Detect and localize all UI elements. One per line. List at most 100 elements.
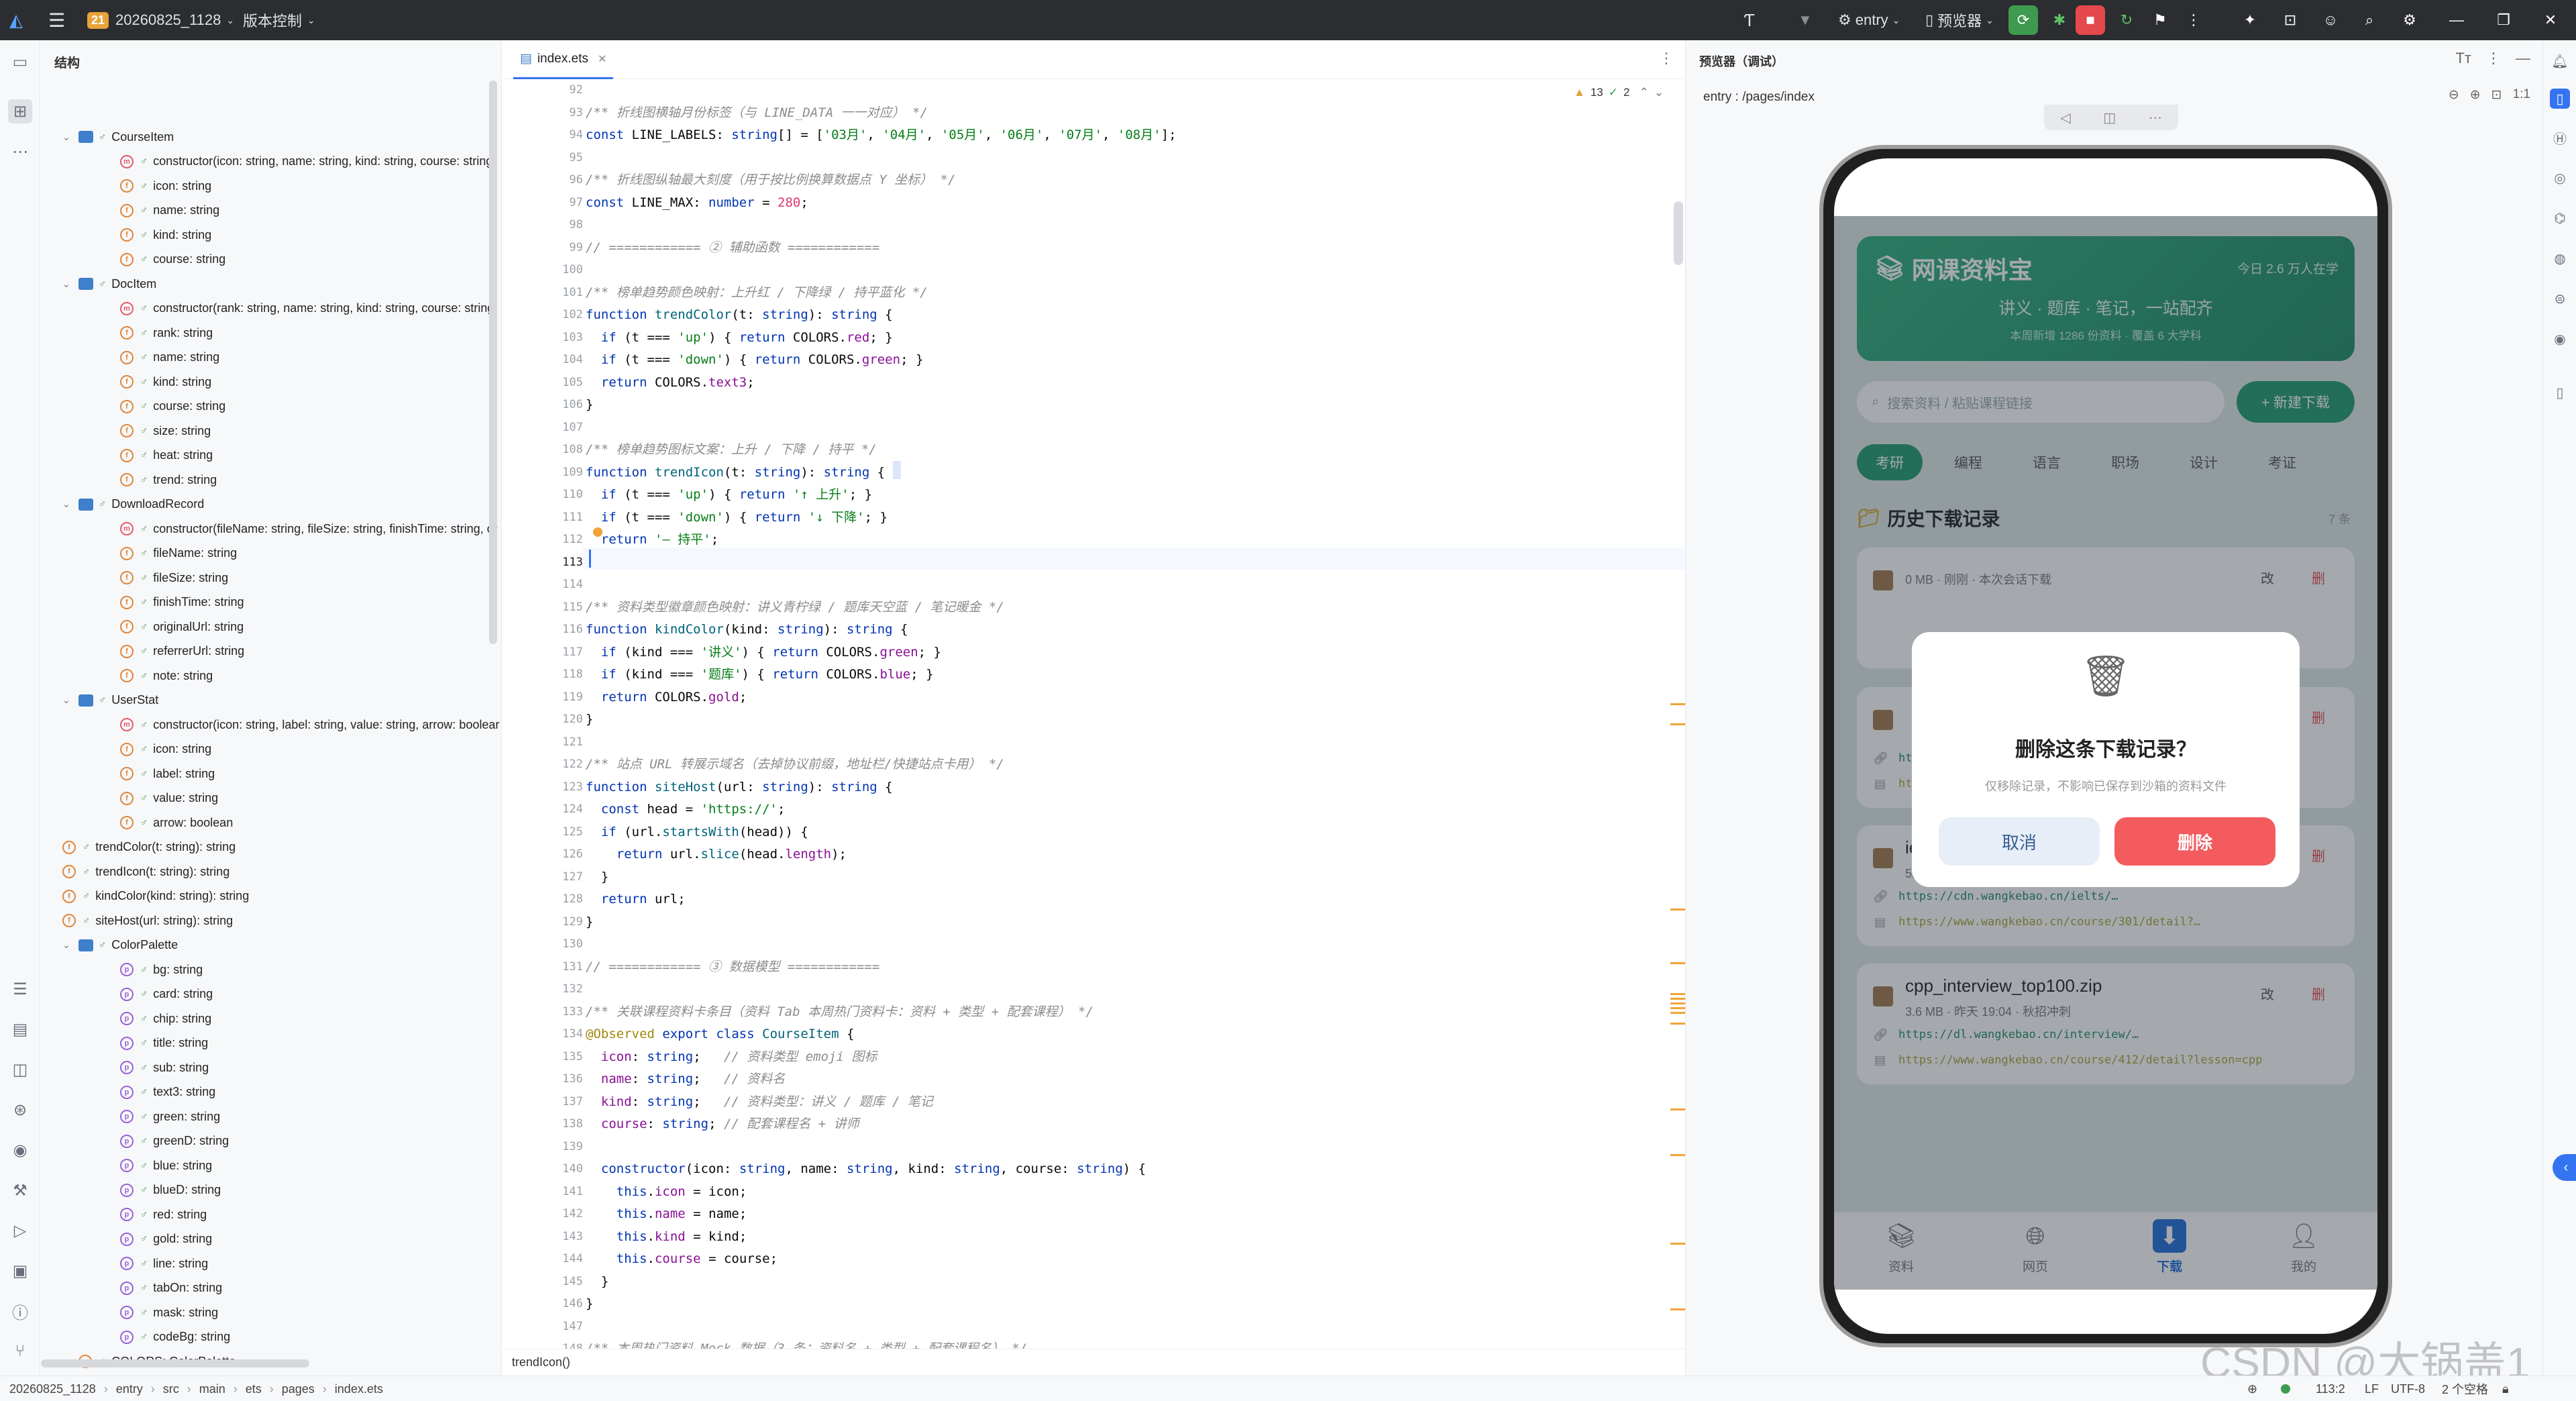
font-size-icon[interactable]: Tт — [2455, 50, 2471, 67]
code-line[interactable]: if (kind === '题库') { return COLORS.blue;… — [586, 664, 934, 686]
todo-icon[interactable]: ☰ — [8, 977, 32, 1001]
build-icon[interactable]: ⚒ — [8, 1178, 32, 1202]
structure-node[interactable]: f ♂ trendColor(t: string): string — [62, 835, 235, 860]
inspection-widget[interactable]: ▲ 13 ✓ 2 ⌃ ⌄ — [1574, 86, 1664, 99]
log-icon[interactable]: ▤ — [8, 1017, 32, 1041]
code-line[interactable]: const head = 'https://'; — [586, 798, 786, 821]
code-line[interactable]: /** 折线图纵轴最大刻度（用于按比例换算数据点 Y 坐标） */ — [586, 169, 955, 191]
structure-node[interactable]: f ♂ kind: string — [120, 370, 211, 394]
intention-bulb-icon[interactable] — [593, 527, 602, 537]
structure-node[interactable]: p ♂ blueD: string — [120, 1178, 221, 1202]
database-icon[interactable]: ⊜ — [2550, 289, 2570, 309]
structure-node[interactable]: p ♂ mask: string — [120, 1300, 218, 1325]
code-line[interactable]: if (t === 'down') { return '↓ 下降'; } — [586, 507, 888, 529]
code-line[interactable]: } — [586, 709, 593, 731]
code-line[interactable]: // ============ ③ 数据模型 ============ — [586, 956, 879, 978]
structure-node[interactable]: ⌄ ♂ DownloadRecord — [62, 492, 204, 517]
structure-node[interactable]: f ♂ size: string — [120, 419, 211, 443]
code-line[interactable]: function trendColor(t: string): string { — [586, 304, 893, 326]
lock-icon[interactable]: 🔒︎ — [2502, 1376, 2509, 1401]
chevron-down-icon[interactable]: ⌄ — [62, 694, 72, 706]
warning-marker[interactable] — [1670, 1308, 1685, 1310]
structure-node[interactable]: f ♂ trendIcon(t: string): string — [62, 860, 229, 884]
code-line[interactable]: if (t === 'up') { return '↑ 上升'; } — [586, 484, 872, 506]
warning-marker[interactable] — [1670, 1154, 1685, 1156]
structure-node[interactable]: f ♂ course: string — [120, 395, 225, 419]
zoom-in-icon[interactable]: ⊕ — [2470, 87, 2481, 103]
collapse-handle-icon[interactable]: ‹ — [2553, 1154, 2576, 1181]
structure-node[interactable]: p ♂ bg: string — [120, 957, 203, 982]
structure-node[interactable]: p ♂ card: string — [120, 982, 213, 1006]
git-icon[interactable]: ⑂ — [8, 1339, 32, 1363]
structure-node[interactable]: f ♂ finishTime: string — [120, 590, 244, 615]
structure-node[interactable]: m ♂ constructor(icon: string, label: strin… — [120, 713, 499, 737]
file-encoding[interactable]: UTF-8 — [2391, 1376, 2425, 1401]
code-line[interactable]: /** 榜单趋势图标文案：上升 / 下降 / 持平 */ — [586, 439, 877, 461]
code-line[interactable]: this.kind = kind; — [586, 1226, 747, 1248]
network-icon[interactable]: ◍ — [2550, 248, 2570, 268]
warning-marker[interactable] — [1670, 1108, 1685, 1110]
problems-icon[interactable]: ⓘ — [8, 1299, 32, 1323]
prev-problem-icon[interactable]: ⌃ — [1639, 86, 1648, 99]
device-selector[interactable]: ▯ 预览器 ⌄ — [1925, 0, 1994, 40]
code-line[interactable]: if (t === 'up') { return COLORS.red; } — [586, 327, 893, 349]
search-icon[interactable]: ⌕ — [2355, 5, 2384, 35]
structure-node[interactable]: ⌄ ♂ UserStat — [62, 688, 158, 713]
settings-icon[interactable]: ⚙ — [2395, 5, 2424, 35]
code-line[interactable]: function siteHost(url: string): string { — [586, 776, 893, 798]
code-line[interactable]: return url.slice(head.length); — [586, 843, 847, 866]
harmony-icon[interactable]: Ⓗ — [2550, 127, 2570, 148]
previewer-tool-icon[interactable]: ▯ — [2550, 89, 2570, 109]
profiler-icon[interactable]: ◫ — [8, 1057, 32, 1082]
code-line[interactable]: /** 资料类型徽章颜色映射：讲义青柠绿 / 题库天空蓝 / 笔记暖金 */ — [586, 596, 1004, 619]
close-tab-icon[interactable]: ✕ — [598, 52, 606, 66]
structure-node[interactable]: p ♂ greenD: string — [120, 1129, 229, 1153]
vcs-menu[interactable]: 版本控制 ⌄ — [243, 0, 315, 40]
structure-node[interactable]: f ♂ kindColor(kind: string): string — [62, 884, 249, 909]
code-line[interactable]: this.icon = icon; — [586, 1181, 747, 1203]
panel-minimize-icon[interactable]: — — [2516, 50, 2530, 67]
hammer-icon[interactable]: ▼ — [1798, 0, 1813, 40]
structure-node[interactable]: ⌄ ♂ DocItem — [62, 272, 156, 296]
main-menu-icon[interactable]: ☰ — [48, 0, 65, 40]
code-line[interactable]: } — [586, 1293, 593, 1315]
actual-size-icon[interactable]: 1:1 — [2513, 87, 2530, 103]
structure-node[interactable]: f ♂ icon: string — [120, 174, 211, 198]
fit-screen-icon[interactable]: ⊡ — [2491, 87, 2502, 103]
code-line[interactable]: function trendIcon(t: string): string { — [586, 462, 885, 484]
run-config-selector[interactable]: ⚙ entry ⌄ — [1838, 0, 1900, 40]
breadcrumb-item[interactable]: index.ets — [335, 1382, 383, 1396]
zoom-out-icon[interactable]: ⊖ — [2449, 87, 2459, 103]
structure-node[interactable]: p ♂ title: string — [120, 1031, 208, 1055]
code-line[interactable]: icon: string; // 资料类型 emoji 图标 — [586, 1046, 877, 1068]
structure-node[interactable]: f ♂ heat: string — [120, 444, 213, 468]
plugin-icon[interactable]: ✦ — [2235, 5, 2265, 35]
code-line[interactable]: /** 折线图横轴月份标签（与 LINE_DATA 一一对应） */ — [586, 102, 928, 124]
structure-node[interactable]: f ♂ name: string — [120, 346, 219, 370]
structure-node[interactable]: f ♂ rank: string — [120, 321, 213, 345]
chevron-down-icon[interactable]: ⌄ — [62, 278, 72, 290]
structure-node[interactable]: m ♂ constructor(fileName: string, fileSize… — [120, 517, 498, 541]
structure-node[interactable]: f ♂ icon: string — [120, 737, 211, 762]
warning-marker[interactable] — [1670, 723, 1685, 725]
chevron-down-icon[interactable]: ⌄ — [62, 499, 72, 510]
breadcrumb-item[interactable]: entry — [116, 1382, 143, 1396]
breadcrumb-item[interactable]: 20260825_1128 — [9, 1382, 96, 1396]
code-line[interactable]: if (t === 'down') { return COLORS.green;… — [586, 349, 924, 371]
breadcrumb-item[interactable]: pages — [282, 1382, 315, 1396]
minimize-icon[interactable]: — — [2442, 5, 2471, 35]
debug-icon[interactable]: ✱ — [2045, 5, 2074, 35]
more-tools-icon[interactable]: ⋯ — [8, 140, 32, 164]
code-line[interactable]: /** 关联课程资料卡条目（资料 Tab 本周热门资料卡：资料 + 类型 + 配… — [586, 1001, 1093, 1023]
stop-button[interactable]: ■ — [2076, 5, 2105, 35]
structure-node[interactable]: p ♂ blue: string — [120, 1153, 212, 1178]
more-icon[interactable]: ⋯ — [2149, 109, 2162, 126]
arkui-icon[interactable]: ⌬ — [2550, 208, 2570, 228]
structure-node[interactable]: p ♂ red: string — [120, 1202, 207, 1227]
structure-node[interactable]: p ♂ text3: string — [120, 1080, 215, 1104]
code-linter-icon[interactable]: ◉ — [8, 1138, 32, 1162]
device-manager-icon[interactable]: ⊡ — [2275, 5, 2305, 35]
code-line[interactable]: return url; — [586, 888, 686, 911]
code-line[interactable]: this.course = course; — [586, 1248, 777, 1270]
code-line[interactable]: /** 站点 URL 转展示域名（去掉协议前缀，地址栏/快捷站点卡用） */ — [586, 754, 1004, 776]
